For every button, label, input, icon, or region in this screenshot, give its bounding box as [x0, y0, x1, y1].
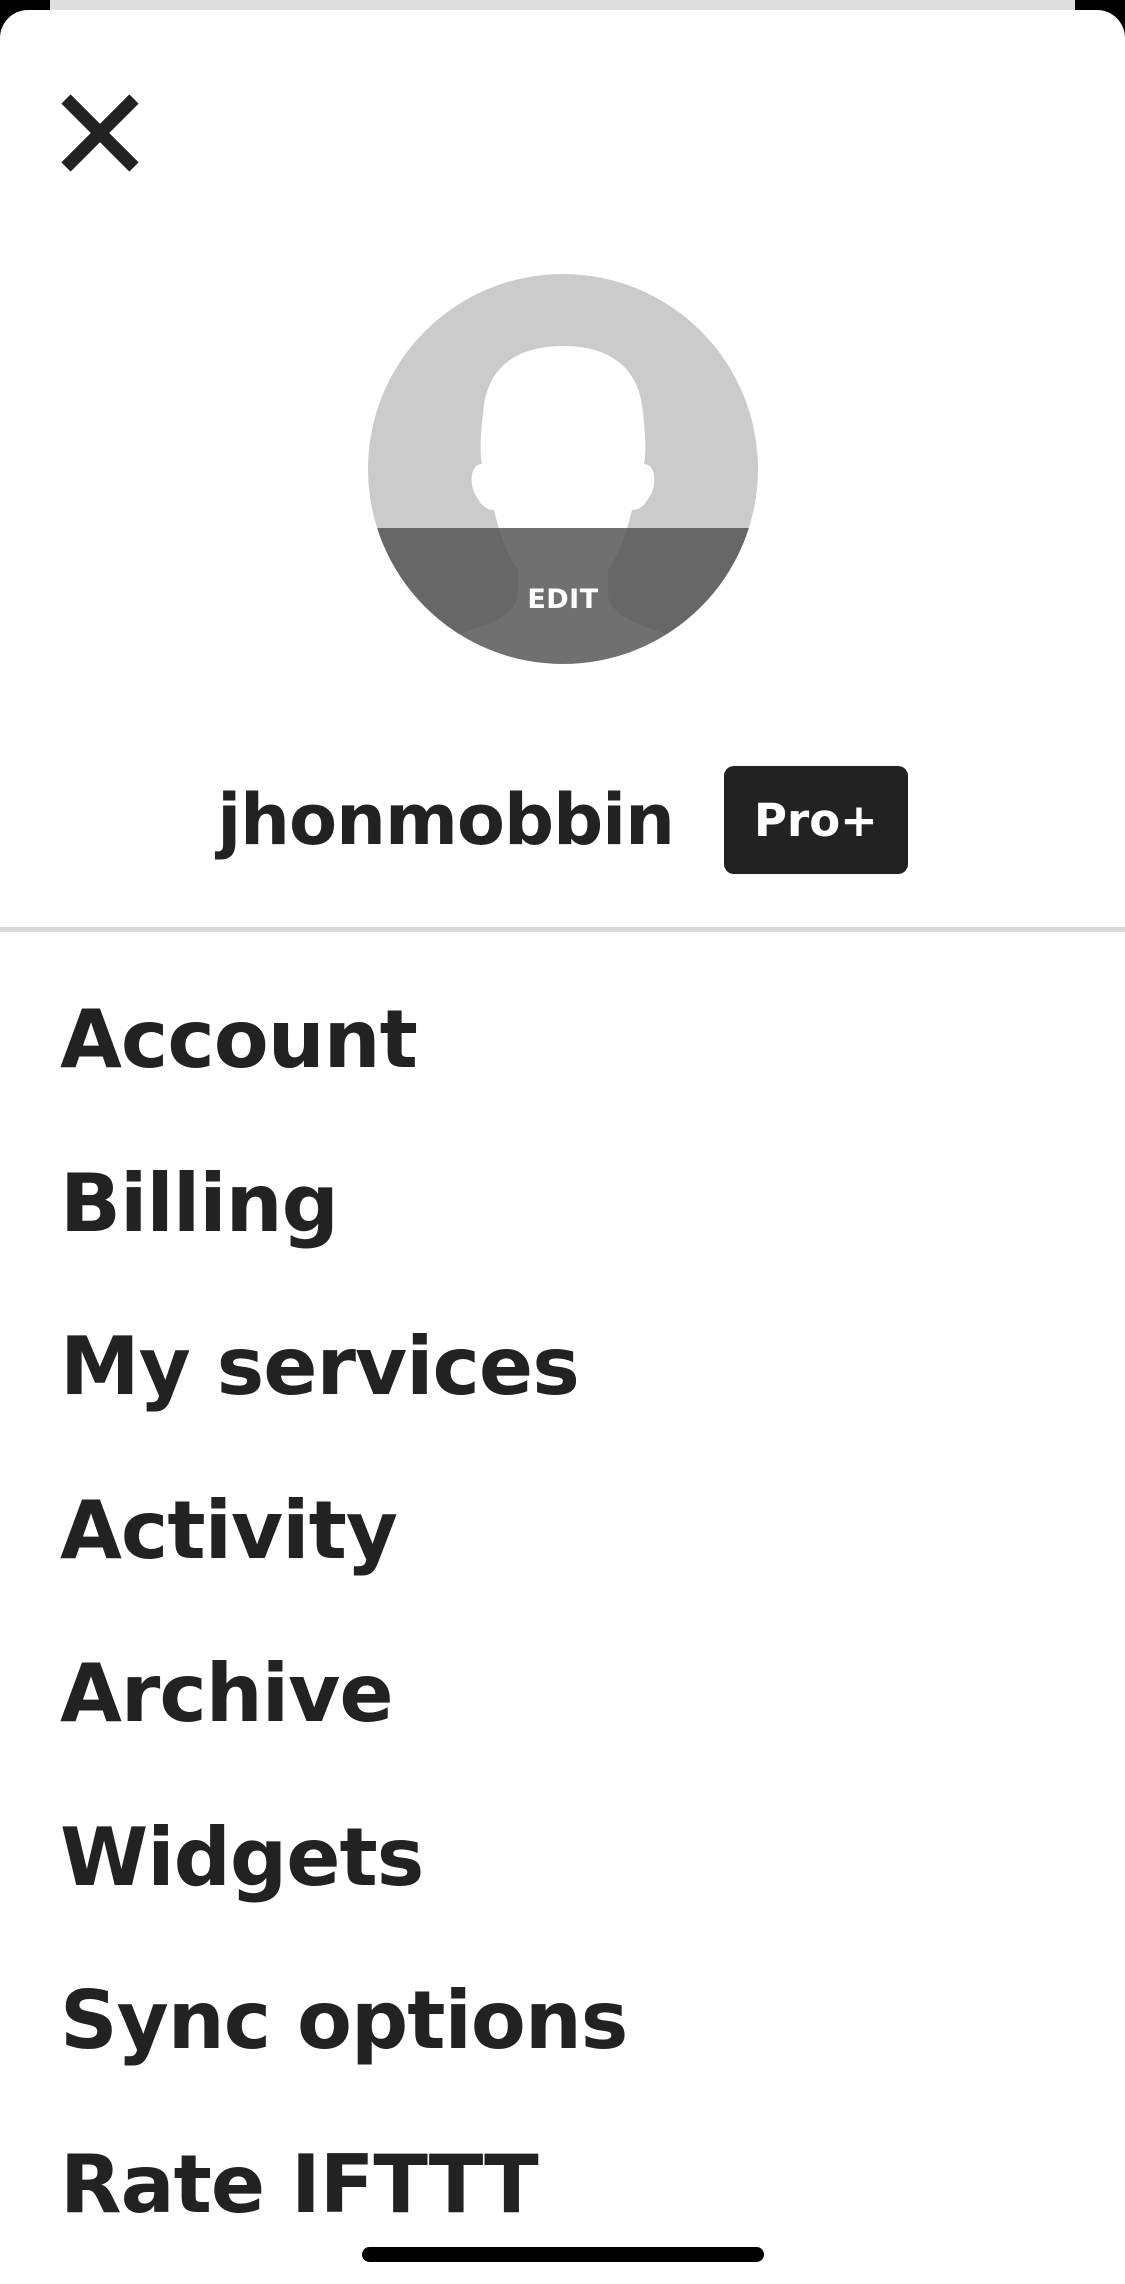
menu-item-billing[interactable]: Billing [0, 1122, 1125, 1286]
menu-item-account[interactable]: Account [0, 958, 1125, 1122]
menu-item-activity[interactable]: Activity [0, 1449, 1125, 1613]
edit-avatar-label: EDIT [527, 584, 599, 615]
menu-item-widgets[interactable]: Widgets [0, 1776, 1125, 1940]
user-info: jhonmobbin Pro+ [0, 765, 1125, 875]
divider [0, 927, 1125, 932]
close-icon [61, 94, 139, 172]
close-button[interactable] [52, 85, 148, 181]
avatar[interactable]: EDIT [368, 274, 758, 664]
username: jhonmobbin [217, 779, 675, 861]
home-indicator[interactable] [362, 2247, 764, 2262]
menu-item-archive[interactable]: Archive [0, 1612, 1125, 1776]
menu-item-rate-ifttt[interactable]: Rate IFTTT [0, 2103, 1125, 2267]
menu-item-my-services[interactable]: My services [0, 1285, 1125, 1449]
profile-sheet: EDIT jhonmobbin Pro+ Account Billing My … [0, 10, 1125, 2284]
menu-item-sync-options[interactable]: Sync options [0, 1939, 1125, 2103]
settings-menu: Account Billing My services Activity Arc… [0, 958, 1125, 2266]
plan-badge: Pro+ [724, 766, 908, 874]
